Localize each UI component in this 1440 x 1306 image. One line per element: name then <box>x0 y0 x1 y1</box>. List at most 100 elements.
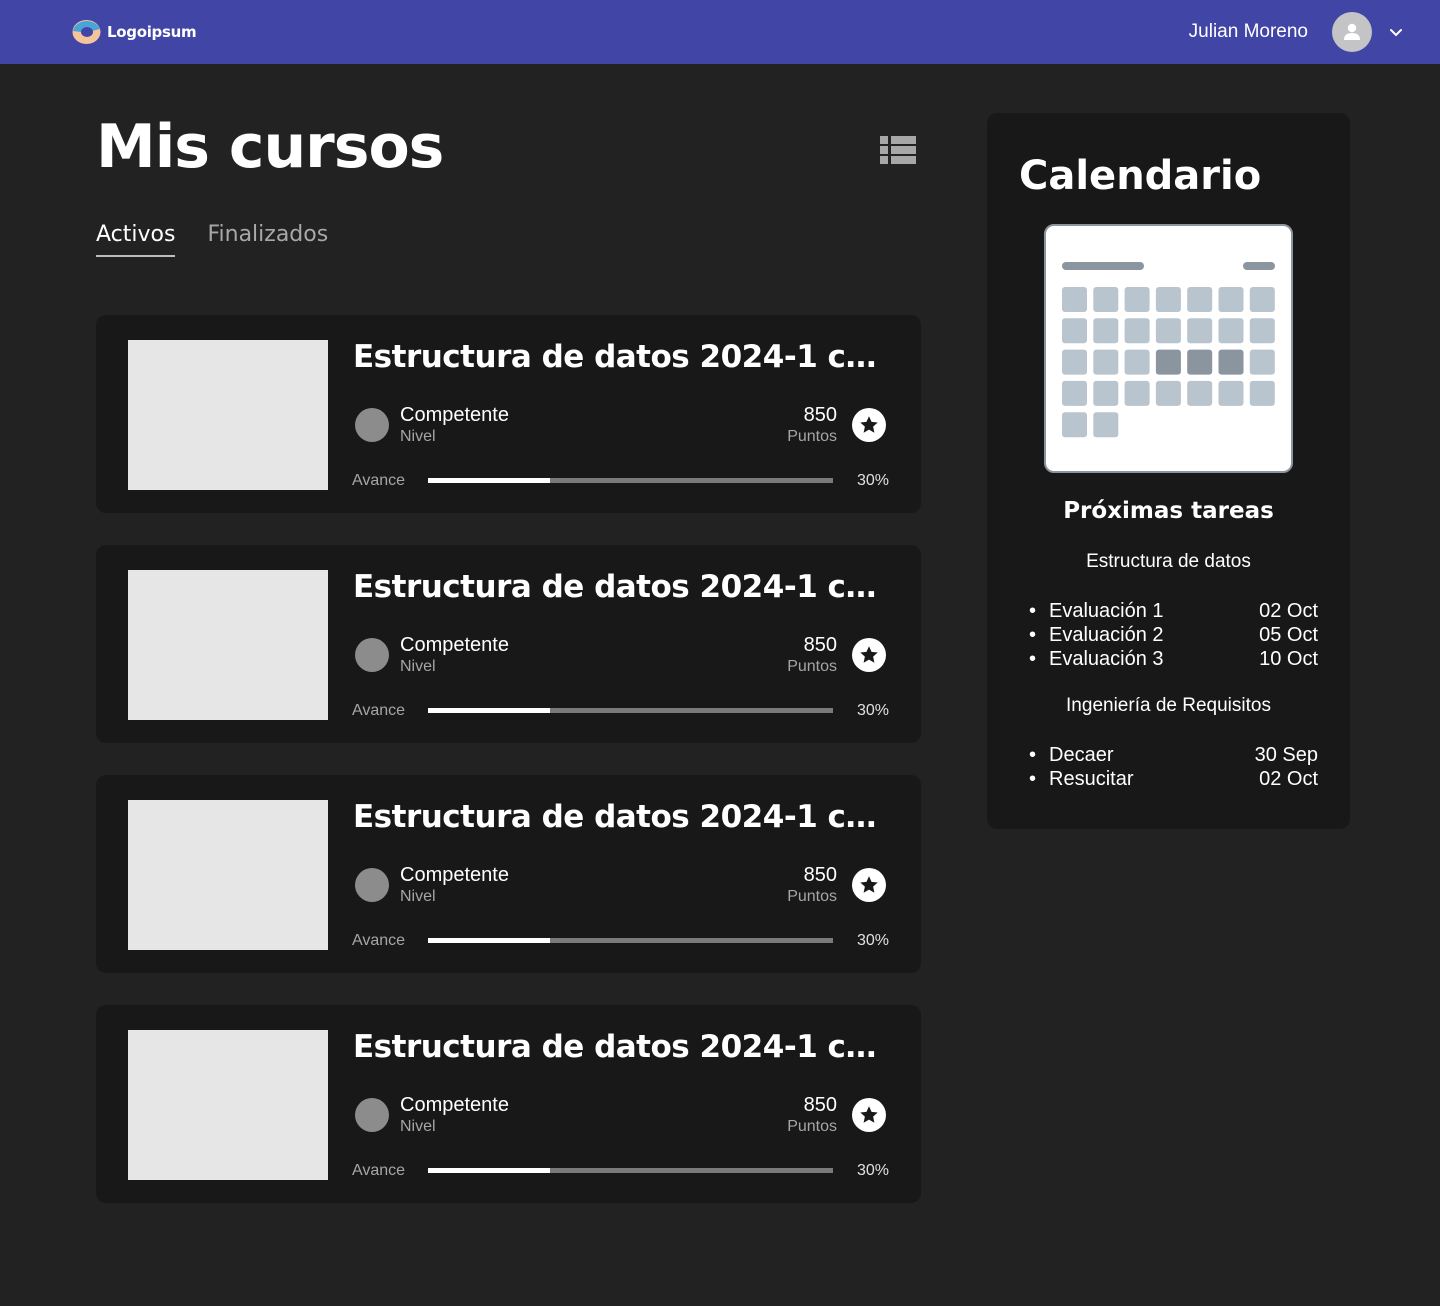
tab-activos[interactable]: Activos <box>96 222 176 257</box>
progress-label: Avance <box>352 1162 406 1179</box>
course-card[interactable]: Estructura de datos 2024-1 con... Compet… <box>96 545 921 743</box>
level-badge-icon <box>355 868 389 902</box>
logo-text: Logoipsum <box>107 23 197 41</box>
calendar-day-cell <box>1187 349 1213 375</box>
task-item[interactable]: Evaluación 2 05 Oct <box>1029 623 1318 647</box>
task-name: Resucitar <box>1029 767 1133 791</box>
calendar-icon <box>1062 262 1275 438</box>
task-item[interactable]: Evaluación 3 10 Oct <box>1029 647 1318 671</box>
logo[interactable]: Logoipsum <box>72 19 197 45</box>
calendar-day-cell <box>1187 318 1213 344</box>
level-label: Nivel <box>400 1118 436 1135</box>
level-value: Competente <box>400 404 509 426</box>
page-title: Mis cursos <box>96 112 444 182</box>
task-group-title: Estructura de datos <box>1086 551 1251 572</box>
task-item[interactable]: Evaluación 1 02 Oct <box>1029 599 1318 623</box>
course-thumbnail <box>128 340 328 490</box>
calendar-day-cell <box>1155 287 1181 312</box>
task-date: 05 Oct <box>1259 624 1318 646</box>
points-label: Puntos <box>787 658 837 675</box>
list-view-icon <box>880 136 916 164</box>
level-badge-icon <box>355 1098 389 1132</box>
progress-percent: 30% <box>857 1162 890 1179</box>
course-card[interactable]: Estructura de datos 2024-1 con... Compet… <box>96 1005 921 1203</box>
course-thumbnail <box>128 1030 328 1180</box>
progress-label: Avance <box>352 702 406 719</box>
favorite-button[interactable] <box>852 1098 886 1132</box>
calendar-illustration[interactable] <box>1044 224 1293 473</box>
task-item[interactable]: Resucitar 02 Oct <box>1029 767 1318 791</box>
user-name[interactable]: Julian Moreno <box>1189 21 1308 43</box>
logo-icon <box>72 19 101 45</box>
course-tabs: Activos Finalizados <box>96 222 328 257</box>
level-badge-icon <box>355 638 389 672</box>
calendar-day-cell <box>1187 380 1213 406</box>
level-label: Nivel <box>400 888 436 905</box>
task-item[interactable]: Decaer 30 Sep <box>1029 743 1318 767</box>
favorite-button[interactable] <box>852 408 886 442</box>
upcoming-tasks-title: Próximas tareas <box>1063 498 1274 524</box>
star-icon <box>860 416 878 433</box>
course-thumbnail <box>128 800 328 950</box>
calendar-day-cell <box>1093 287 1119 312</box>
calendar-day-cell <box>1249 349 1275 375</box>
calendar-day-cell <box>1124 380 1150 406</box>
progress-bar <box>428 1168 833 1173</box>
calendar-day-cell <box>1062 412 1087 438</box>
course-title[interactable]: Estructura de datos 2024-1 con... <box>353 1029 893 1065</box>
course-title[interactable]: Estructura de datos 2024-1 con... <box>353 799 893 835</box>
calendar-day-cell <box>1155 318 1181 344</box>
calendar-day-cell <box>1093 380 1119 406</box>
favorite-button[interactable] <box>852 868 886 902</box>
progress-bar-fill <box>428 708 550 713</box>
calendar-day-cell <box>1218 287 1244 312</box>
calendar-day-cell <box>1155 380 1181 406</box>
calendar-day-cell <box>1249 380 1275 406</box>
points-value: 850 <box>803 864 837 886</box>
favorite-button[interactable] <box>852 638 886 672</box>
tab-finalizados[interactable]: Finalizados <box>207 222 328 257</box>
star-icon <box>860 876 878 893</box>
calendar-day-cell <box>1093 412 1119 438</box>
calendar-month-bar <box>1062 262 1144 270</box>
level-value: Competente <box>400 1094 509 1116</box>
points-value: 850 <box>803 1094 837 1116</box>
progress-bar-fill <box>428 938 550 943</box>
avatar[interactable] <box>1332 12 1372 52</box>
list-view-toggle[interactable] <box>880 136 916 166</box>
calendar-day-cell <box>1062 380 1087 406</box>
task-name: Evaluación 3 <box>1029 647 1164 671</box>
progress-percent: 30% <box>857 932 890 949</box>
level-badge-icon <box>355 408 389 442</box>
progress-bar <box>428 478 833 483</box>
calendar-day-cell <box>1218 349 1244 375</box>
level-label: Nivel <box>400 658 436 675</box>
calendar-day-cell <box>1062 318 1087 344</box>
points-label: Puntos <box>787 1118 837 1135</box>
top-navbar: Logoipsum Julian Moreno <box>0 0 1440 64</box>
calendar-day-cell <box>1124 349 1150 375</box>
points-label: Puntos <box>787 428 837 445</box>
chevron-down-icon[interactable] <box>1388 24 1404 40</box>
course-title[interactable]: Estructura de datos 2024-1 con... <box>353 339 893 375</box>
points-value: 850 <box>803 634 837 656</box>
task-date: 30 Sep <box>1254 744 1318 766</box>
task-name: Evaluación 1 <box>1029 599 1164 623</box>
course-title[interactable]: Estructura de datos 2024-1 con... <box>353 569 893 605</box>
progress-bar-fill <box>428 478 550 483</box>
calendar-day-cell <box>1187 287 1213 312</box>
course-card[interactable]: Estructura de datos 2024-1 con... Compet… <box>96 775 921 973</box>
task-name: Evaluación 2 <box>1029 623 1164 647</box>
progress-percent: 30% <box>857 472 890 489</box>
task-date: 02 Oct <box>1259 600 1318 622</box>
course-thumbnail <box>128 570 328 720</box>
calendar-day-cell <box>1062 349 1087 375</box>
calendar-day-cell <box>1155 349 1181 375</box>
star-icon <box>860 1106 878 1123</box>
course-card[interactable]: Estructura de datos 2024-1 con... Compet… <box>96 315 921 513</box>
task-name: Decaer <box>1029 743 1113 767</box>
points-label: Puntos <box>787 888 837 905</box>
calendar-day-cell <box>1218 318 1244 344</box>
calendar-day-cell <box>1093 349 1119 375</box>
progress-label: Avance <box>352 472 406 489</box>
